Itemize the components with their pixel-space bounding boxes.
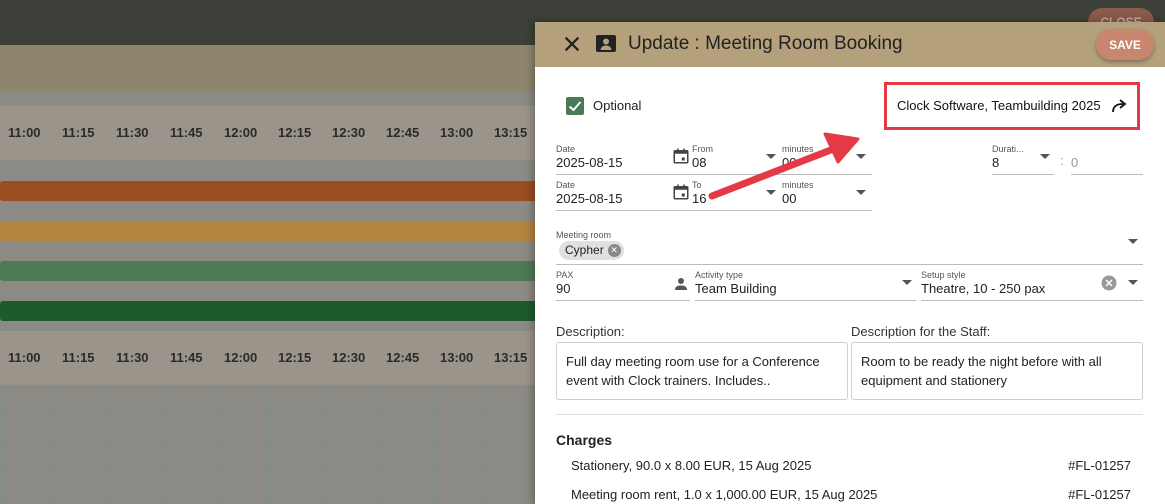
time-label: 13:15 (494, 125, 528, 140)
from-minutes-select[interactable]: 00 (782, 155, 796, 170)
close-icon[interactable] (561, 33, 583, 55)
time-label: 12:30 (332, 125, 366, 140)
pax-underline (556, 300, 690, 301)
meeting-room-label: Meeting room (556, 230, 612, 240)
meeting-room-icon (596, 35, 616, 52)
time-label: 12:45 (386, 125, 420, 140)
charge-description: Meeting room rent, 1.0 x 1,000.00 EUR, 1… (571, 487, 878, 502)
charges-heading: Charges (556, 432, 613, 448)
duration-underline (992, 174, 1054, 175)
check-icon (568, 101, 582, 112)
duration-minutes-field[interactable]: 0 (1071, 155, 1078, 170)
time-label: 12:30 (332, 350, 366, 365)
setup-style-select[interactable]: Theatre, 10 - 250 pax (921, 281, 1045, 296)
activity-type-underline (695, 300, 916, 301)
remove-chip-icon[interactable]: ✕ (607, 244, 621, 257)
chevron-down-icon[interactable] (902, 280, 912, 285)
scheduler-grid[interactable] (0, 387, 540, 504)
to-date-field[interactable]: 2025-08-15 (556, 191, 623, 206)
description-textarea[interactable]: Full day meeting room use for a Conferen… (556, 342, 848, 400)
clear-icon[interactable] (1100, 274, 1118, 292)
booking-bar[interactable] (0, 261, 540, 281)
charge-row[interactable]: Meeting room rent, 1.0 x 1,000.00 EUR, 1… (571, 487, 1131, 504)
time-label: 12:45 (386, 350, 420, 365)
to-hour-label: To (692, 180, 702, 190)
time-label: 11:30 (116, 125, 149, 140)
pax-field[interactable]: 90 (556, 281, 570, 296)
time-header-top: 11:00 11:15 11:30 11:45 12:00 12:15 12:3… (0, 106, 540, 160)
calendar-icon[interactable] (672, 147, 690, 165)
chevron-down-icon[interactable] (766, 190, 776, 195)
dialog-header: Update : Meeting Room Booking SAVE (535, 22, 1165, 67)
calendar-icon[interactable] (672, 183, 690, 201)
time-label: 12:15 (278, 350, 312, 365)
from-date-label: Date (556, 144, 576, 154)
chevron-down-icon[interactable] (1128, 239, 1138, 244)
time-header-bottom: 11:00 11:15 11:30 11:45 12:00 12:15 12:3… (0, 331, 540, 385)
to-minutes-select[interactable]: 00 (782, 191, 796, 206)
chevron-down-icon[interactable] (856, 154, 866, 159)
time-label: 11:45 (170, 350, 203, 365)
time-label: 13:15 (494, 350, 528, 365)
description-label: Description: (556, 324, 625, 339)
time-label: 12:00 (224, 125, 258, 140)
booking-link-text: Clock Software, Teambuilding 2025 (897, 98, 1101, 113)
charge-row[interactable]: Stationery, 90.0 x 8.00 EUR, 15 Aug 2025… (571, 458, 1131, 478)
from-date-field[interactable]: 2025-08-15 (556, 155, 623, 170)
time-label: 11:00 (8, 125, 41, 140)
to-hour-select[interactable]: 16 (692, 191, 706, 206)
time-label: 13:00 (440, 125, 474, 140)
meeting-room-underline (556, 264, 1143, 265)
booking-bar[interactable] (0, 181, 540, 201)
time-label: 11:00 (8, 350, 41, 365)
chevron-down-icon[interactable] (1128, 280, 1138, 285)
from-hour-label: From (692, 144, 713, 154)
save-button[interactable]: SAVE (1096, 29, 1154, 60)
time-label: 12:00 (224, 350, 258, 365)
pax-label: PAX (556, 270, 574, 280)
chevron-down-icon[interactable] (856, 190, 866, 195)
meeting-room-chip[interactable]: Cypher ✕ (559, 241, 624, 260)
from-minutes-label: minutes (782, 144, 814, 154)
duration-label: Durati... (992, 144, 1024, 154)
time-label: 12:15 (278, 125, 312, 140)
activity-type-label: Activity type (695, 270, 744, 280)
booking-link[interactable]: Clock Software, Teambuilding 2025 (884, 82, 1140, 130)
time-label: 13:00 (440, 350, 474, 365)
staff-description-textarea[interactable]: Room to be ready the night before with a… (851, 342, 1143, 400)
duration-minutes-underline (1071, 174, 1143, 175)
booking-bar[interactable] (0, 221, 540, 241)
duration-separator: : (1060, 153, 1064, 168)
to-row-underline (556, 210, 872, 211)
charge-ref[interactable]: #FL-01257 (1068, 458, 1131, 473)
open-link-icon[interactable] (1111, 98, 1129, 114)
activity-type-select[interactable]: Team Building (695, 281, 777, 296)
charge-ref[interactable]: #FL-01257 (1068, 487, 1131, 502)
setup-style-label: Setup style (921, 270, 966, 280)
meeting-room-chip-label: Cypher (565, 243, 604, 257)
time-label: 11:15 (62, 350, 95, 365)
time-label: 11:15 (62, 125, 95, 140)
from-hour-select[interactable]: 08 (692, 155, 706, 170)
staff-description-label: Description for the Staff: (851, 324, 991, 339)
divider (556, 414, 1143, 415)
booking-dialog: Update : Meeting Room Booking SAVE Optio… (535, 22, 1165, 504)
duration-hours-select[interactable]: 8 (992, 155, 999, 170)
chevron-down-icon[interactable] (766, 154, 776, 159)
optional-label: Optional (593, 98, 642, 113)
from-row-underline (556, 174, 872, 175)
optional-checkbox[interactable] (566, 97, 584, 115)
to-minutes-label: minutes (782, 180, 814, 190)
to-date-label: Date (556, 180, 576, 190)
dialog-title: Update : Meeting Room Booking (628, 33, 903, 54)
chevron-down-icon[interactable] (1040, 154, 1050, 159)
setup-style-underline (921, 300, 1143, 301)
charge-description: Stationery, 90.0 x 8.00 EUR, 15 Aug 2025 (571, 458, 812, 473)
time-label: 11:30 (116, 350, 149, 365)
time-label: 11:45 (170, 125, 203, 140)
person-icon (675, 278, 687, 290)
booking-bar[interactable] (0, 301, 540, 321)
